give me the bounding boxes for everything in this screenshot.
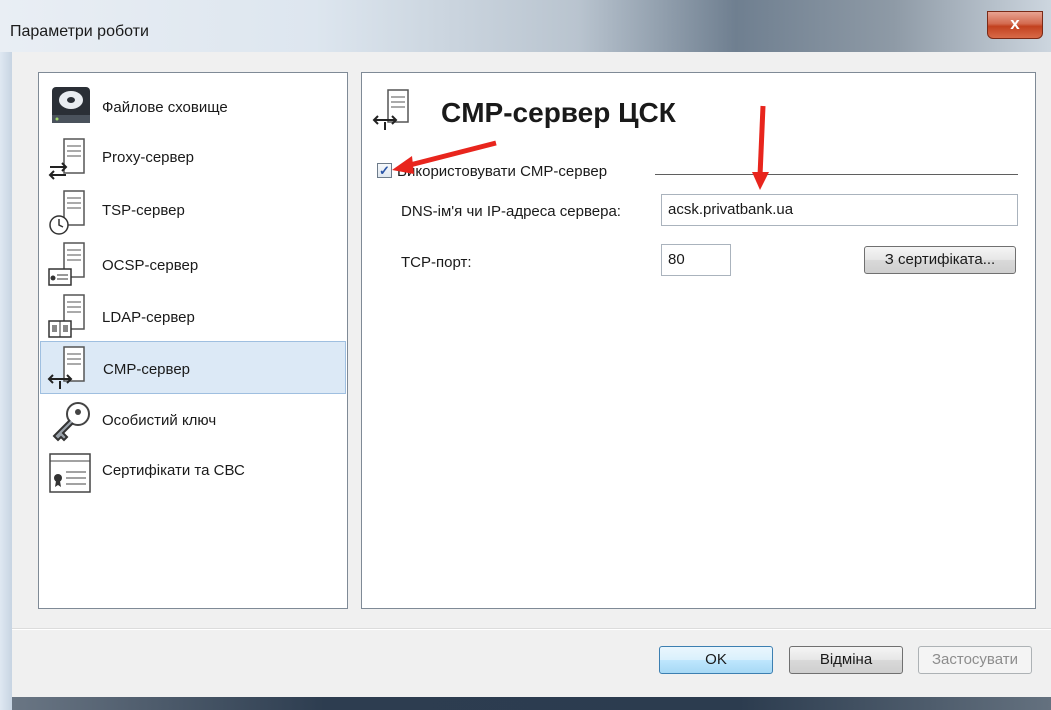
server-clock-icon <box>46 189 96 237</box>
server-certificate-icon <box>46 241 96 289</box>
disk-icon <box>46 83 96 131</box>
sidebar-item-label: Файлове сховище <box>102 99 228 116</box>
dns-field-label: DNS-ім'я чи IP-адреса сервера: <box>401 203 621 220</box>
settings-sidebar: Файлове сховище Proxy-сервер TSP-сервер … <box>38 72 348 609</box>
taskbar-strip <box>12 697 1051 710</box>
sidebar-item-label: CMP-сервер <box>103 361 190 378</box>
key-icon <box>46 398 96 446</box>
certificate-icon <box>46 450 96 498</box>
window-title: Параметри роботи <box>10 23 149 40</box>
sidebar-item-label: Proxy-сервер <box>102 149 195 166</box>
dialog-window: Параметри роботи x Файлове сховище Proxy… <box>0 0 1051 710</box>
sidebar-item-private-key[interactable]: Особистий ключ <box>40 394 346 447</box>
sidebar-item-label: LDAP-сервер <box>102 309 195 326</box>
sidebar-item-tsp-server[interactable]: TSP-сервер <box>40 185 346 238</box>
sidebar-item-proxy-server[interactable]: Proxy-сервер <box>40 133 346 186</box>
close-button[interactable]: x <box>987 11 1043 39</box>
apply-button[interactable]: Застосувати <box>918 646 1032 674</box>
server-directory-icon <box>46 293 96 341</box>
tcp-port-input[interactable]: 80 <box>661 244 731 276</box>
from-certificate-button[interactable]: З сертифіката... <box>864 246 1016 274</box>
ok-button[interactable]: OK <box>659 646 773 674</box>
sidebar-item-file-storage[interactable]: Файлове сховище <box>40 79 346 132</box>
server-swap-icon <box>46 137 96 185</box>
annotation-arrows <box>392 105 769 190</box>
window-frame-left <box>0 52 12 710</box>
sidebar-item-certificates[interactable]: Сертифікати та СВС <box>40 446 346 499</box>
cancel-button[interactable]: Відміна <box>789 646 903 674</box>
sidebar-item-cmp-server[interactable]: CMP-сервер <box>40 341 346 394</box>
tcp-port-label: TCP-порт: <box>401 254 472 271</box>
sidebar-item-label: OCSP-сервер <box>102 257 199 274</box>
server-arrows-icon <box>46 345 96 393</box>
title-bar[interactable]: Параметри роботи x <box>0 0 1051 52</box>
sidebar-item-label: Особистий ключ <box>102 412 217 429</box>
sidebar-item-ocsp-server[interactable]: OCSP-сервер <box>40 237 346 290</box>
sidebar-item-label: Сертифікати та СВС <box>102 462 245 479</box>
footer-separator <box>12 628 1051 630</box>
sidebar-item-label: TSP-сервер <box>102 202 185 219</box>
sidebar-item-ldap-server[interactable]: LDAP-сервер <box>40 289 346 342</box>
